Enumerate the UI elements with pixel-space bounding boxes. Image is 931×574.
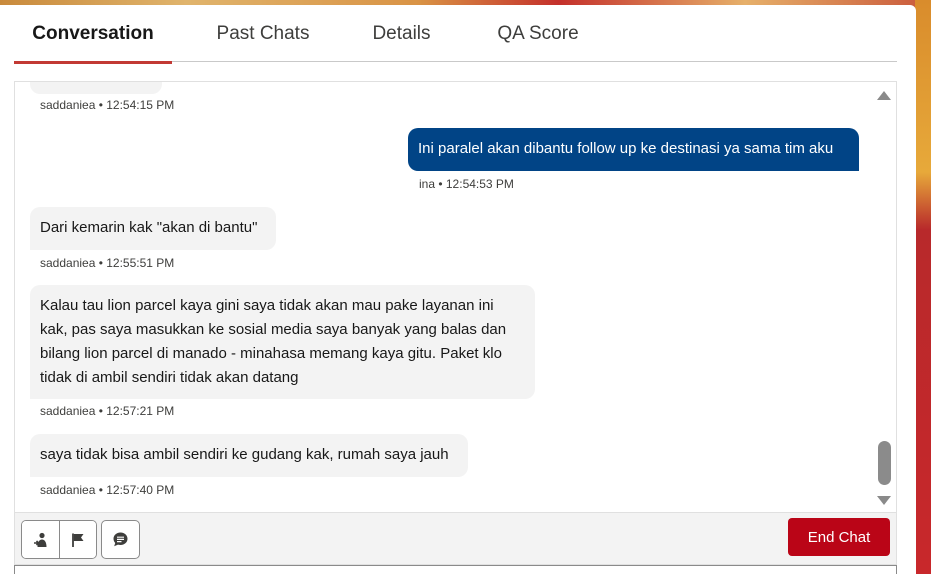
tab-bar: Conversation Past Chats Details QA Score (14, 5, 897, 64)
message-bubble-incoming: Kalau tau lion parcel kaya gini saya tid… (30, 285, 535, 399)
message-meta: saddaniea • 12:55:51 PM (40, 256, 175, 270)
flag-icon (72, 533, 84, 547)
message-bubble-outgoing: Ini paralel akan dibantu follow up ke de… (408, 128, 859, 171)
message-meta: saddaniea • 12:54:15 PM (40, 98, 175, 112)
transfer-button[interactable] (22, 521, 59, 558)
chat-toolbar: End Chat (14, 512, 897, 565)
transfer-icon (33, 532, 46, 547)
quick-text-button[interactable] (101, 520, 140, 559)
action-button-group (21, 520, 97, 559)
message-bubble-partial (30, 82, 162, 94)
end-chat-button[interactable]: End Chat (788, 518, 890, 556)
message-meta: ina • 12:54:53 PM (419, 177, 514, 191)
tab-past-chats[interactable]: Past Chats (172, 5, 354, 62)
tab-conversation[interactable]: Conversation (14, 5, 172, 64)
chat-scrollbar[interactable] (872, 82, 896, 512)
message-input[interactable] (14, 565, 897, 574)
scroll-down-arrow-icon[interactable] (877, 496, 891, 505)
tab-details[interactable]: Details (354, 5, 449, 62)
message-bubble-incoming: saya tidak bisa ambil sendiri ke gudang … (30, 434, 468, 477)
chat-panel: Conversation Past Chats Details QA Score… (0, 5, 916, 574)
message-line: kak, pas saya masukkan ke sosial media s… (40, 321, 507, 338)
message-line: tidak di ambil sendiri tidak akan datang (40, 369, 299, 386)
message-meta: saddaniea • 12:57:40 PM (40, 483, 175, 497)
message-line: Kalau tau lion parcel kaya gini saya tid… (40, 297, 494, 314)
quick-text-icon (113, 532, 128, 547)
scroll-up-arrow-icon[interactable] (877, 91, 891, 100)
message-line: bilang lion parcel di manado - minahasa … (40, 345, 502, 362)
background-edge (915, 0, 931, 574)
scroll-thumb[interactable] (878, 441, 891, 485)
flag-button[interactable] (59, 521, 96, 558)
message-meta: saddaniea • 12:57:21 PM (40, 404, 175, 418)
message-bubble-incoming: Dari kemarin kak "akan di bantu" (30, 207, 276, 250)
chat-transcript[interactable]: saddaniea • 12:54:15 PM Ini paralel akan… (14, 81, 897, 512)
tab-qa-score[interactable]: QA Score (449, 5, 627, 62)
